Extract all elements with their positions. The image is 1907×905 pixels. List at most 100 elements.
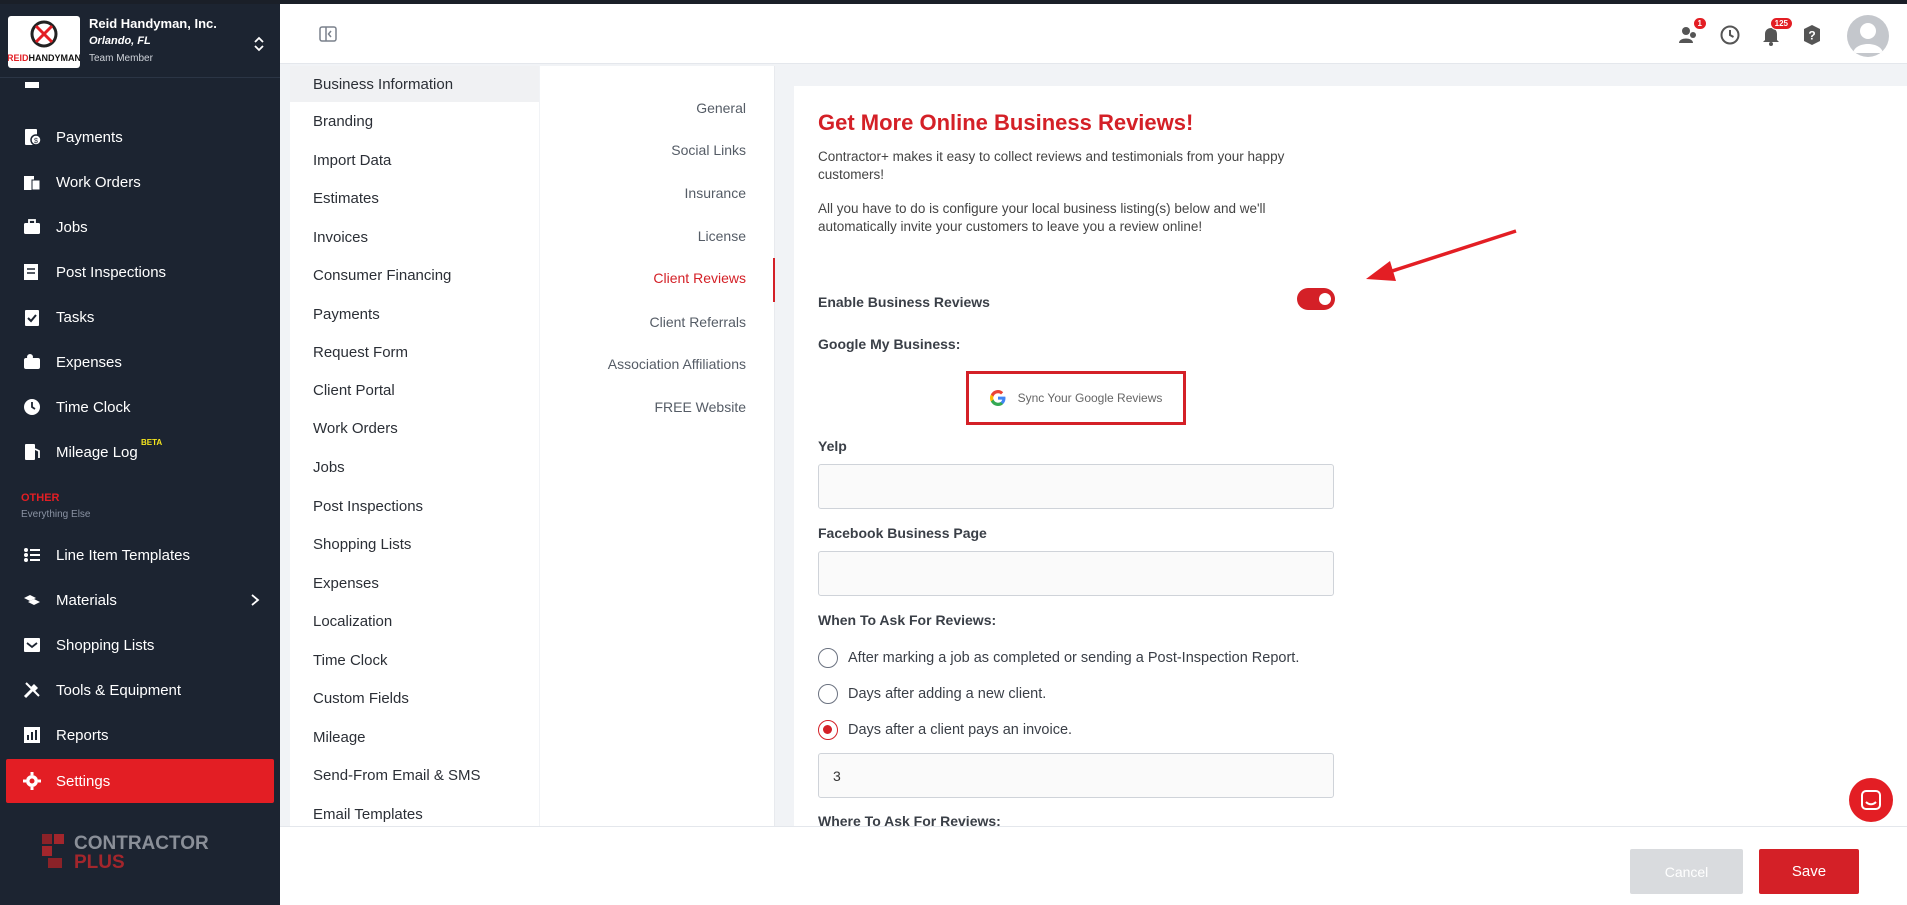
settings-menu-item[interactable]: Time Clock	[290, 642, 539, 678]
wallet-icon	[24, 354, 40, 369]
tab-free-website[interactable]: FREE Website	[654, 399, 746, 415]
materials-icon	[24, 595, 40, 605]
sidebar-item-tasks[interactable]: Tasks	[6, 295, 274, 339]
settings-menu-item[interactable]: Work Orders	[290, 410, 539, 446]
sidebar-item-label: Post Inspections	[56, 263, 167, 281]
window-top-strip	[0, 0, 1907, 4]
clipboard-icon	[25, 310, 39, 326]
facebook-input[interactable]	[818, 551, 1334, 596]
settings-menu-item[interactable]: Branding	[290, 103, 539, 139]
sidebar-item-label: Tasks	[56, 308, 95, 326]
company-logo: REIDHANDYMAN	[8, 16, 80, 68]
tab-association-affiliations[interactable]: Association Affiliations	[608, 356, 746, 372]
payments-icon: $	[25, 129, 42, 146]
clock-icon	[24, 399, 40, 415]
google-label: Google My Business:	[818, 336, 961, 352]
cart-icon	[24, 638, 40, 652]
days-input[interactable]	[818, 753, 1334, 798]
tab-client-reviews[interactable]: Client Reviews	[653, 270, 746, 286]
gear-icon	[23, 772, 41, 790]
sidebar-item-label: Jobs	[56, 218, 88, 236]
collapse-sidebar-icon[interactable]	[318, 24, 338, 44]
sidebar-item-work-orders[interactable]: Work Orders	[6, 160, 274, 204]
svg-text:CONTRACTOR: CONTRACTOR	[74, 833, 209, 854]
briefcase-icon	[24, 219, 40, 234]
sidebar-item-time-clock[interactable]: Time Clock	[6, 385, 274, 429]
yelp-label: Yelp	[818, 438, 847, 454]
settings-menu-item[interactable]: Expenses	[290, 565, 539, 601]
settings-menu-item[interactable]: Business Information	[290, 66, 539, 102]
radio-label: After marking a job as completed or send…	[848, 650, 1300, 666]
radio-label: Days after a client pays an invoice.	[848, 722, 1073, 738]
page-title: Get More Online Business Reviews!	[818, 110, 1194, 135]
enable-reviews-toggle[interactable]	[1297, 288, 1335, 310]
settings-menu-item[interactable]: Localization	[290, 603, 539, 639]
sidebar-item-materials[interactable]: Materials	[6, 578, 274, 622]
settings-menu-item[interactable]: Custom Fields	[290, 680, 539, 716]
cancel-button[interactable]: Cancel	[1630, 849, 1743, 894]
user-avatar[interactable]	[1847, 15, 1889, 57]
tab-client-referrals[interactable]: Client Referrals	[650, 314, 746, 330]
settings-menu-item[interactable]: Payments	[290, 296, 539, 332]
notifications-badge: 125	[1769, 17, 1793, 30]
google-icon	[989, 390, 1006, 406]
settings-menu-item[interactable]: Invoices	[290, 219, 539, 255]
sidebar-item-post-inspections[interactable]: Post Inspections	[6, 250, 274, 294]
settings-menu-item[interactable]: Post Inspections	[290, 488, 539, 524]
sync-google-label: Sync Your Google Reviews	[1017, 391, 1163, 405]
facebook-label: Facebook Business Page	[818, 525, 987, 541]
radio-button-selected[interactable]	[818, 720, 838, 740]
settings-menu-item[interactable]: Client Portal	[290, 372, 539, 408]
radio-button[interactable]	[818, 684, 838, 704]
svg-text:$: $	[34, 138, 38, 145]
save-button[interactable]: Save	[1759, 849, 1859, 894]
sidebar-item-settings[interactable]: Settings	[6, 759, 274, 803]
tab-general[interactable]: General	[696, 100, 746, 116]
radio-new-client[interactable]: Days after adding a new client.	[818, 684, 1046, 704]
team-chat-button[interactable]: 1	[1677, 17, 1707, 47]
settings-menu-item[interactable]: Send-From Email & SMS	[290, 757, 539, 793]
svg-text:?: ?	[1808, 29, 1815, 43]
settings-menu-item[interactable]: Request Form	[290, 334, 539, 370]
settings-menu-item[interactable]: Shopping Lists	[290, 526, 539, 562]
sidebar-item-mileage-log[interactable]: Mileage Log BETA	[6, 430, 274, 474]
svg-text:PLUS: PLUS	[74, 852, 125, 872]
radio-button[interactable]	[818, 648, 838, 668]
contractor-plus-logo: CONTRACTOR PLUS	[42, 832, 242, 873]
sidebar-item-label: Materials	[56, 591, 117, 609]
sidebar-item-shopping-lists[interactable]: Shopping Lists	[6, 623, 274, 667]
client-reviews-panel: Get More Online Business Reviews! Contra…	[794, 86, 1907, 826]
settings-menu-item[interactable]: Consumer Financing	[290, 257, 539, 293]
tab-insurance[interactable]: Insurance	[685, 185, 746, 201]
settings-menu-item[interactable]: Jobs	[290, 449, 539, 485]
tab-license[interactable]: License	[698, 228, 746, 244]
radio-job-completed[interactable]: After marking a job as completed or send…	[818, 648, 1299, 668]
sidebar-item-expenses[interactable]: Expenses	[6, 340, 274, 384]
active-tab-indicator	[773, 258, 775, 302]
team-badge: 1	[1692, 17, 1707, 30]
sidebar-item-reports[interactable]: Reports	[6, 713, 274, 757]
section-subheading: Everything Else	[21, 509, 91, 520]
tab-social-links[interactable]: Social Links	[671, 142, 746, 158]
yelp-input[interactable]	[818, 464, 1334, 509]
notifications-button[interactable]: 125	[1759, 17, 1793, 47]
sidebar-item-tools-equipment[interactable]: Tools & Equipment	[6, 668, 274, 712]
sidebar-item-jobs[interactable]: Jobs	[6, 205, 274, 249]
support-chat-button[interactable]	[1849, 778, 1893, 822]
sidebar-item-line-item-templates[interactable]: Line Item Templates	[6, 533, 274, 577]
settings-menu-item[interactable]: Estimates	[290, 180, 539, 216]
settings-menu-item[interactable]: Import Data	[290, 142, 539, 178]
sidebar-item-payments[interactable]: $ Payments	[6, 115, 274, 159]
company-switcher[interactable]: REIDHANDYMAN Reid Handyman, Inc. Orlando…	[0, 4, 280, 78]
help-button[interactable]: ?	[1800, 23, 1824, 47]
radio-invoice-paid[interactable]: Days after a client pays an invoice.	[818, 720, 1072, 740]
company-location: Orlando, FL	[89, 35, 151, 47]
sync-google-reviews-button[interactable]: Sync Your Google Reviews	[966, 371, 1186, 425]
history-button[interactable]	[1718, 23, 1742, 47]
sidebar-item-partial[interactable]	[6, 78, 274, 98]
settings-menu-item[interactable]: Mileage	[290, 719, 539, 755]
dashboard-icon	[25, 82, 39, 88]
sidebar-item-label: Payments	[56, 128, 123, 146]
sidebar: REIDHANDYMAN Reid Handyman, Inc. Orlando…	[0, 0, 280, 905]
top-bar: 1 125 ?	[280, 4, 1907, 64]
